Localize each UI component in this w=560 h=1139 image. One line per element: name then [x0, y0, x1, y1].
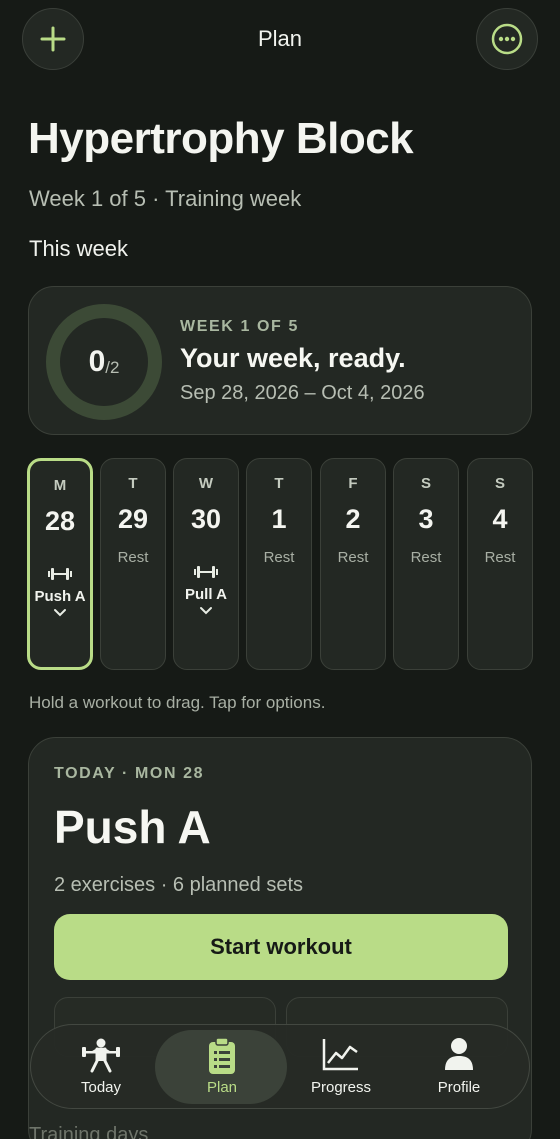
day-column-wed[interactable]: W 30 Pull A	[173, 458, 239, 670]
progress-count: 0 /2	[45, 303, 163, 421]
drag-hint: Hold a workout to drag. Tap for options.	[29, 693, 326, 712]
day-letter: S	[420, 475, 431, 492]
day-letter: W	[198, 475, 214, 492]
day-number: 30	[190, 504, 222, 534]
week-headline: Your week, ready.	[180, 343, 406, 373]
tab-label: Progress	[310, 1079, 372, 1096]
tab-label: Plan	[206, 1079, 238, 1096]
bottom-tab-bar: Today Plan Progress Profile	[30, 1024, 530, 1109]
day-number: 28	[44, 506, 76, 536]
this-week-label: This week	[29, 236, 129, 261]
tab-progress[interactable]: Progress	[281, 1025, 401, 1110]
day-number: 29	[117, 504, 149, 534]
day-number: 1	[271, 504, 287, 534]
dumbbell-icon	[30, 567, 90, 583]
today-workout-title: Push A	[54, 801, 211, 853]
chevron-down-icon[interactable]	[174, 606, 238, 616]
person-icon	[399, 1037, 519, 1071]
day-letter: M	[53, 477, 67, 494]
day-workout-label: Push A	[34, 588, 86, 605]
day-letter: S	[494, 475, 505, 492]
today-workout-meta: 2 exercises · 6 planned sets	[54, 874, 304, 896]
tab-today[interactable]: Today	[41, 1025, 161, 1110]
day-letter: T	[274, 475, 284, 492]
completed-count: 0	[88, 345, 106, 378]
day-letter: T	[128, 475, 138, 492]
day-column-sun[interactable]: S 4 Rest	[467, 458, 533, 670]
day-workout-label: Pull A	[185, 586, 227, 603]
day-column-thu[interactable]: T 1 Rest	[246, 458, 312, 670]
total-count: /2	[105, 358, 120, 377]
more-options-button[interactable]	[476, 8, 538, 70]
day-rest-label: Rest	[117, 549, 149, 566]
day-rest-label: Rest	[410, 549, 442, 566]
plan-subtitle: Week 1 of 5 · Training week	[29, 186, 302, 211]
day-letter: F	[348, 475, 358, 492]
today-eyebrow: TODAY · MON 28	[54, 765, 205, 782]
day-column-mon[interactable]: M 28 Push A	[27, 458, 93, 670]
chart-icon	[281, 1037, 401, 1071]
tab-label: Today	[80, 1079, 122, 1096]
week-eyebrow: WEEK 1 OF 5	[180, 318, 299, 335]
tab-label: Profile	[437, 1079, 481, 1096]
chevron-down-icon[interactable]	[30, 608, 90, 618]
plan-title: Hypertrophy Block	[28, 114, 414, 163]
weightlifter-icon	[41, 1037, 161, 1073]
ellipsis-icon	[491, 23, 523, 55]
day-column-tue[interactable]: T 29 Rest	[100, 458, 166, 670]
week-date-range: Sep 28, 2026 – Oct 4, 2026	[180, 382, 425, 404]
tab-plan[interactable]: Plan	[156, 1025, 288, 1110]
training-days-label: Training days	[29, 1124, 149, 1139]
top-bar: Plan	[0, 0, 560, 78]
day-rest-label: Rest	[263, 549, 295, 566]
tab-profile[interactable]: Profile	[399, 1025, 519, 1110]
day-number: 4	[492, 504, 508, 534]
clipboard-icon	[156, 1037, 288, 1075]
dumbbell-icon	[174, 565, 238, 581]
day-column-sat[interactable]: S 3 Rest	[393, 458, 459, 670]
week-summary-card: 0 /2 WEEK 1 OF 5 Your week, ready. Sep 2…	[28, 286, 532, 435]
day-column-fri[interactable]: F 2 Rest	[320, 458, 386, 670]
week-days-strip: M 28 Push A T 29 Rest W 30 Pull A T 1 Re…	[27, 458, 533, 670]
day-number: 3	[418, 504, 434, 534]
day-number: 2	[345, 504, 361, 534]
start-workout-button[interactable]: Start workout	[54, 914, 508, 980]
day-rest-label: Rest	[484, 549, 516, 566]
day-rest-label: Rest	[337, 549, 369, 566]
